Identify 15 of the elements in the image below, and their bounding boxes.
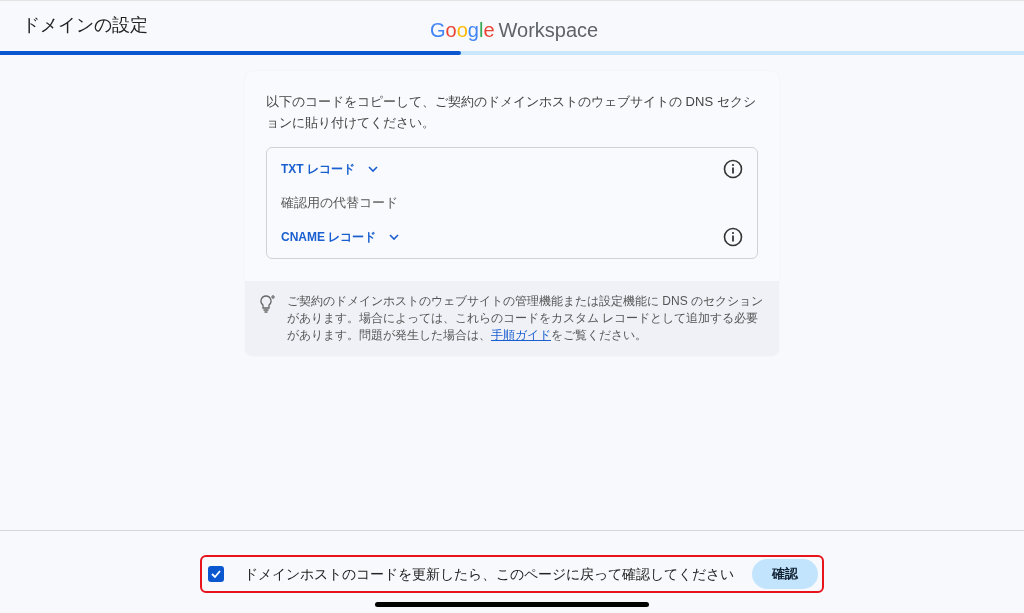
tip-text: ご契約のドメインホストのウェブサイトの管理機能または設定機能に DNS のセクションがあります。場合によっては、これらのコードをカスタム レコードとして追加する必要があります。問題が発生した場合は、手順ガイドをご覧ください。 <box>287 293 764 344</box>
chevron-icon <box>388 231 401 243</box>
record-type-dropdown[interactable]: TXT レコード <box>281 160 379 178</box>
record-type-dropdown[interactable]: CNAME レコード <box>281 228 401 246</box>
checkbox-label: ドメインホストのコードを更新したら、このページに戻って確認してください <box>244 564 734 584</box>
page-title: ドメインの設定 <box>22 14 148 37</box>
guide-link[interactable]: 手順ガイド <box>491 328 551 342</box>
record-label: 確認用の代替コード <box>281 194 399 213</box>
chevron-icon <box>367 163 379 175</box>
product-logo: Google Workspace <box>430 18 599 43</box>
confirm-checkbox[interactable] <box>208 566 224 582</box>
instruction-text: 以下のコードをコピーして、ご契約のドメインホストのウェブサイトの DNS セクションに貼り付けてください。 <box>265 93 757 132</box>
info-icon[interactable] <box>723 227 743 247</box>
info-icon[interactable] <box>723 159 743 179</box>
confirm-button[interactable]: 確認 <box>752 559 818 589</box>
